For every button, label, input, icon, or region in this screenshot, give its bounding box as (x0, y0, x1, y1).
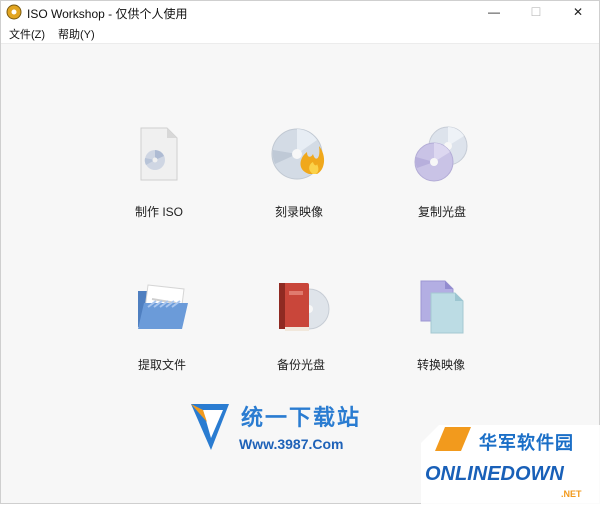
backup-disc-tool[interactable]: 备份光盘 (246, 277, 356, 373)
menu-file[interactable]: 文件(Z) (9, 26, 45, 42)
burn-image-tool[interactable]: 刻录映像 (244, 124, 354, 220)
extract-files-label: 提取文件 (137, 358, 186, 372)
watermark-logo-icon (191, 404, 229, 450)
extract-files-tool[interactable]: 提取文件 (107, 277, 217, 373)
window-title: ISO Workshop - 仅供个人使用 (27, 7, 188, 21)
minimize-button[interactable]: — (475, 1, 513, 23)
convert-image-tool[interactable]: 转换映像 (386, 277, 496, 373)
app-window: ISO Workshop - 仅供个人使用 — ☐ ✕ 文件(Z) 帮助(Y) … (0, 0, 600, 505)
menu-help[interactable]: 帮助(Y) (58, 26, 95, 42)
burn-image-label: 刻录映像 (274, 205, 323, 219)
backup-disc-icon (279, 283, 330, 331)
convert-image-icon (420, 280, 464, 334)
copy-disc-icon (414, 126, 468, 182)
convert-image-label: 转换映像 (416, 358, 465, 372)
make-iso-tool[interactable]: 制作 ISO (104, 124, 214, 220)
backup-disc-label: 备份光盘 (276, 358, 325, 372)
maximize-button[interactable]: ☐ (517, 1, 555, 23)
burn-image-icon (271, 128, 325, 180)
app-logo-icon (6, 4, 22, 20)
copy-disc-tool[interactable]: 复制光盘 (387, 124, 497, 220)
make-iso-icon (140, 127, 178, 181)
title-bar[interactable]: ISO Workshop - 仅供个人使用 — ☐ ✕ (1, 1, 599, 23)
close-button[interactable]: ✕ (559, 1, 597, 23)
watermark-onlinedown: 华军软件园 ONLINEDOWN .NET (421, 421, 600, 505)
menu-bar: 文件(Z) 帮助(Y) (1, 23, 599, 44)
copy-disc-label: 复制光盘 (417, 205, 466, 219)
watermark-3987: 统一下载站 Www.3987.Com (189, 398, 379, 458)
make-iso-label: 制作 ISO (134, 205, 183, 219)
extract-files-icon (138, 284, 188, 329)
watermark-right-suffix: .NET (561, 489, 582, 499)
watermark-left-cn: 统一下载站 (241, 405, 362, 430)
watermark-left-en: Www.3987.Com (239, 436, 344, 452)
watermark-right-en: ONLINEDOWN (425, 463, 564, 485)
watermark-right-cn: 华军软件园 (479, 433, 574, 453)
